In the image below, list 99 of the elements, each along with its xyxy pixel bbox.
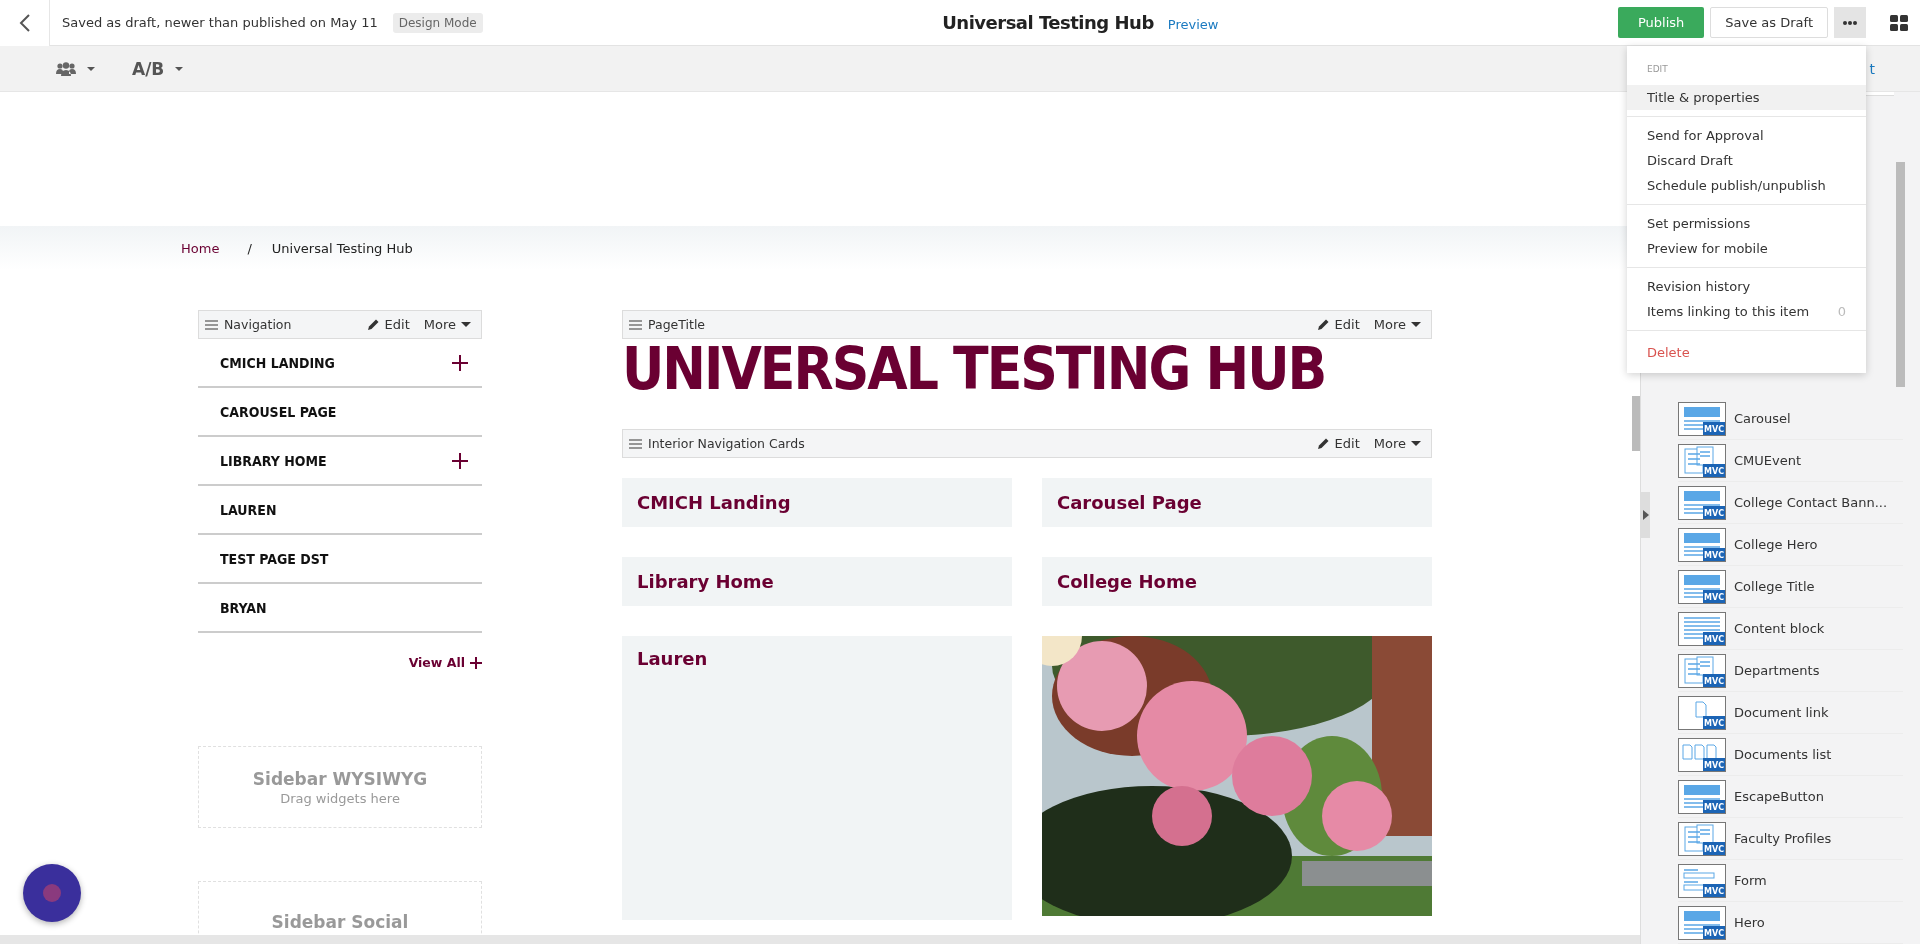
drop-zone-title: Sidebar Social [271, 912, 409, 932]
widget-icon: MVC [1678, 695, 1726, 730]
pencil-icon [366, 318, 380, 331]
menu-item[interactable]: Title & properties [1627, 85, 1866, 110]
widget-icon: MVC [1678, 905, 1726, 940]
caret-icon [86, 65, 96, 72]
menu-item[interactable]: Send for Approval [1627, 123, 1866, 148]
expand-icon[interactable] [452, 354, 468, 371]
scrollbar[interactable] [0, 935, 1640, 944]
widget-list-item[interactable]: MVC College Title [1678, 566, 1903, 608]
widget-icon: MVC [1678, 401, 1726, 436]
nav-card[interactable]: Lauren [622, 636, 1012, 920]
edit-button[interactable]: Edit [1312, 317, 1364, 332]
menu-item[interactable]: Items linking to this item 0 [1627, 299, 1866, 324]
more-icon [1843, 20, 1857, 25]
widget-list-item[interactable]: MVC Document link [1678, 692, 1903, 734]
widget-list-item[interactable]: MVC Departments [1678, 650, 1903, 692]
widget-list-item[interactable]: MVC CMUEvent [1678, 440, 1903, 482]
breadcrumb-separator: / [247, 240, 252, 256]
drag-handle-icon[interactable] [629, 438, 642, 449]
widget-list-item[interactable]: MVC Content block [1678, 608, 1903, 650]
nav-link[interactable]: CMICH LANDING [220, 354, 335, 371]
personas-dropdown[interactable] [56, 61, 96, 76]
widget-list-item[interactable]: MVC Faculty Profiles [1678, 818, 1903, 860]
widget-list-item[interactable]: MVC Form [1678, 860, 1903, 902]
more-dropdown[interactable]: More [419, 317, 475, 332]
menu-item[interactable]: Discard Draft [1627, 148, 1866, 173]
people-icon [56, 61, 76, 76]
save-draft-button[interactable]: Save as Draft [1710, 7, 1828, 38]
edit-button[interactable]: Edit [362, 317, 414, 332]
more-dropdown[interactable]: More [1369, 317, 1425, 332]
expand-icon[interactable] [452, 452, 468, 469]
drag-handle-icon[interactable] [629, 319, 642, 330]
widget-list-item[interactable]: MVC College Hero [1678, 524, 1903, 566]
nav-link[interactable]: TEST PAGE DST [220, 550, 329, 567]
widget-icon: MVC [1678, 821, 1726, 856]
scrollbar[interactable] [1632, 396, 1640, 451]
caret-icon [174, 65, 185, 72]
nav-card[interactable]: College Home [1042, 557, 1432, 606]
widget-list-item[interactable]: MVC EscapeButton [1678, 776, 1903, 818]
caret-icon [461, 321, 471, 328]
widget-icon: MVC [1678, 611, 1726, 646]
widget-icon: MVC [1678, 653, 1726, 688]
widget-list-item[interactable]: MVC College Contact Bann... [1678, 482, 1903, 524]
menu-item[interactable]: Schedule publish/unpublish [1627, 173, 1866, 198]
widget-label: PageTitle [648, 317, 707, 332]
caret-icon [1411, 440, 1421, 447]
menu-item[interactable]: Revision history [1627, 274, 1866, 299]
nav-link[interactable]: BRYAN [220, 599, 267, 616]
widget-header[interactable]: PageTitle Edit More [622, 310, 1432, 339]
widget-label: Interior Navigation Cards [648, 436, 806, 451]
widget-label: Navigation [224, 317, 293, 332]
widget-icon: MVC [1678, 485, 1726, 520]
menu-item[interactable]: Delete [1627, 340, 1866, 365]
nav-link[interactable]: LIBRARY HOME [220, 452, 327, 469]
scrollbar[interactable] [1896, 162, 1905, 387]
mode-badge: Design Mode [392, 12, 483, 33]
breadcrumb-current: Universal Testing Hub [271, 240, 413, 256]
page-title: Universal Testing Hub [942, 12, 1154, 33]
widget-icon: MVC [1678, 779, 1726, 814]
caret-icon [1411, 321, 1421, 328]
more-dropdown[interactable]: More [1369, 436, 1425, 451]
widget-header[interactable]: Navigation Edit More [198, 310, 482, 339]
pencil-icon [1316, 437, 1330, 450]
view-all-link[interactable]: View All [408, 655, 465, 670]
widget-icon: MVC [1678, 443, 1726, 478]
widget-list-item[interactable]: MVC Documents list [1678, 734, 1903, 776]
nav-card[interactable]: CMICH Landing [622, 478, 1012, 527]
nav-link[interactable]: CAROUSEL PAGE [220, 403, 337, 420]
plus-icon[interactable] [470, 656, 482, 669]
chat-launcher-button[interactable] [23, 864, 81, 922]
breadcrumb-home[interactable]: Home [181, 240, 220, 256]
grid-icon[interactable] [1890, 14, 1908, 31]
nav-card[interactable]: Carousel Page [1042, 478, 1432, 527]
drop-zone-title: Sidebar WYSIWYG [252, 768, 428, 789]
toolbar-link[interactable]: t [1869, 60, 1875, 77]
draft-status: Saved as draft, newer than published on May 11 [62, 15, 378, 30]
collapse-handle[interactable] [1641, 492, 1650, 538]
widget-icon: MVC [1678, 863, 1726, 898]
nav-card[interactable]: Library Home [622, 557, 1012, 606]
preview-link[interactable]: Preview [1167, 17, 1219, 32]
pencil-icon [1316, 318, 1330, 331]
back-icon [18, 13, 31, 32]
menu-section-header: EDIT [1646, 63, 1669, 76]
more-options-button[interactable] [1834, 7, 1866, 38]
widget-icon: MVC [1678, 737, 1726, 772]
menu-item[interactable]: Set permissions [1627, 211, 1866, 236]
nav-link[interactable]: LAUREN [220, 501, 277, 518]
widget-header[interactable]: Interior Navigation Cards Edit More [622, 429, 1432, 458]
page-heading: UNIVERSAL TESTING HUB [622, 339, 1327, 399]
drag-handle-icon[interactable] [205, 319, 218, 330]
ab-test-dropdown[interactable]: A/B [132, 58, 185, 79]
menu-item[interactable]: Preview for mobile [1627, 236, 1866, 261]
edit-button[interactable]: Edit [1312, 436, 1364, 451]
widget-list-item[interactable]: MVC Hero [1678, 902, 1903, 944]
widget-icon: MVC [1678, 527, 1726, 562]
drop-zone-hint: Drag widgets here [280, 790, 400, 806]
widget-list-item[interactable]: MVC Carousel [1678, 398, 1903, 440]
widget-icon: MVC [1678, 569, 1726, 604]
